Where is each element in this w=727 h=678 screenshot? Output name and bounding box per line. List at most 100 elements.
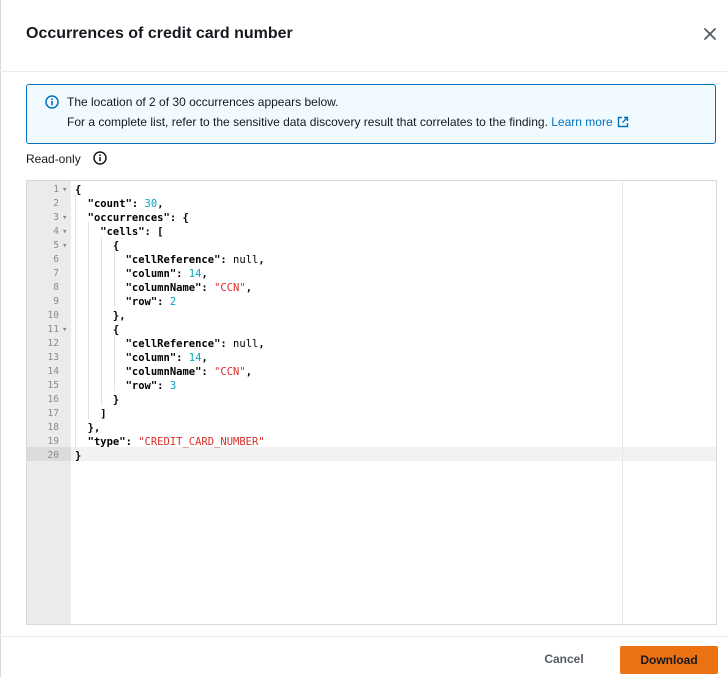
code-token: 14: [188, 268, 202, 280]
close-icon: [704, 28, 716, 40]
code-token: {: [75, 240, 120, 252]
alert-message-line2: For a complete list, refer to the sensit…: [67, 115, 629, 129]
line-number: 1: [53, 184, 59, 195]
code-token: "columnName":: [75, 366, 215, 378]
info-icon: [45, 95, 59, 109]
code-token: "cells": [: [75, 226, 164, 238]
alert-message-line2-text: For a complete list, refer to the sensit…: [67, 115, 548, 129]
line-number: 4: [53, 226, 59, 237]
code-line: "column": 14,: [75, 267, 208, 281]
code-line: }: [75, 449, 81, 463]
code-token: 3: [169, 380, 177, 392]
code-token: "CCN": [214, 366, 246, 378]
code-token: },: [75, 310, 126, 322]
code-line: {: [75, 323, 119, 337]
code-line: },: [75, 421, 101, 435]
line-number: 15: [47, 380, 59, 391]
modal-header: Occurrences of credit card number: [0, 0, 727, 72]
code-token: ,: [258, 254, 265, 266]
line-number: 12: [47, 338, 59, 349]
line-number: 14: [47, 366, 59, 377]
code-line: "occurrences": {: [75, 211, 189, 225]
info-icon[interactable]: [93, 151, 107, 165]
code-line: "column": 14,: [75, 351, 208, 365]
code-line: "cells": [: [75, 225, 164, 239]
code-line: {: [75, 183, 81, 197]
code-line: "columnName": "CCN",: [75, 365, 252, 379]
code-token: "row":: [75, 296, 170, 308]
code-line: "row": 2: [75, 295, 177, 309]
modal-title: Occurrences of credit card number: [26, 25, 293, 42]
code-token: ]: [75, 408, 107, 420]
code-line: "columnName": "CCN",: [75, 281, 252, 295]
code-token: "CREDIT_CARD_NUMBER": [138, 436, 265, 448]
line-number: 13: [47, 352, 59, 363]
code-token: "type":: [75, 436, 139, 448]
json-code-editor[interactable]: 1 ▾{2 "count": 30, 3 ▾ "occurrences": {4 ▾ "…: [26, 180, 717, 625]
fold-arrow-icon[interactable]: ▾: [62, 211, 67, 225]
code-token: "row":: [75, 380, 170, 392]
close-button[interactable]: [698, 22, 722, 46]
external-link-icon: [617, 116, 628, 128]
code-token: 2: [169, 296, 177, 308]
code-line: "cellReference": null,: [75, 337, 265, 351]
modal-footer: [0, 636, 727, 678]
occurrences-modal: Occurrences of credit card number The lo…: [0, 0, 727, 677]
code-token: "occurrences": {: [75, 212, 189, 224]
code-token: ,: [157, 198, 164, 210]
fold-arrow-icon[interactable]: ▾: [62, 183, 67, 197]
code-token: ,: [245, 366, 253, 378]
line-number: 8: [53, 282, 59, 293]
code-token: "CCN": [214, 282, 246, 294]
line-number: 7: [53, 268, 59, 279]
code-line: }: [75, 393, 119, 407]
code-token: ,: [201, 268, 208, 280]
code-line: },: [75, 309, 126, 323]
code-token: "cellReference":: [75, 254, 234, 266]
code-token: "columnName":: [75, 282, 215, 294]
code-token: "cellReference":: [75, 338, 234, 350]
code-line: ]: [75, 407, 107, 421]
download-button[interactable]: Download: [620, 646, 718, 674]
line-number: 20: [47, 450, 59, 461]
modal-edge: [0, 0, 1, 677]
line-number: 6: [53, 254, 59, 265]
line-number: 10: [47, 310, 59, 321]
info-alert: The location of 2 of 30 occurrences appe…: [26, 84, 716, 144]
cancel-button[interactable]: Cancel: [530, 646, 598, 672]
code-line: "cellReference": null,: [75, 253, 265, 267]
code-token: "count":: [75, 198, 145, 210]
line-number: 3: [53, 212, 59, 223]
line-number: 17: [47, 408, 59, 419]
line-number: 11: [47, 324, 59, 335]
code-token: {: [75, 184, 82, 196]
line-number: 5: [53, 240, 59, 251]
fold-arrow-icon[interactable]: ▾: [62, 323, 67, 337]
line-number: 2: [53, 198, 59, 209]
fold-arrow-icon[interactable]: ▾: [62, 225, 67, 239]
code-line: {: [75, 239, 119, 253]
code-token: ,: [201, 352, 208, 364]
active-line-highlight: [71, 447, 716, 461]
alert-message-line1: The location of 2 of 30 occurrences appe…: [67, 95, 339, 109]
code-token: }: [75, 450, 82, 462]
print-margin: [622, 181, 623, 624]
code-token: },: [75, 422, 101, 434]
code-token: {: [75, 324, 120, 336]
code-token: 30: [144, 198, 158, 210]
code-line: "count": 30,: [75, 197, 164, 211]
readonly-label: Read-only: [26, 152, 81, 166]
code-token: 14: [188, 352, 202, 364]
learn-more-link[interactable]: Learn more: [551, 115, 628, 129]
code-token: }: [75, 394, 120, 406]
code-line: "row": 3: [75, 379, 177, 393]
line-number: 16: [47, 394, 59, 405]
code-token: ,: [245, 282, 253, 294]
line-number: 18: [47, 422, 59, 433]
code-token: null: [233, 338, 259, 350]
fold-arrow-icon[interactable]: ▾: [62, 239, 67, 253]
code-token: ,: [258, 338, 265, 350]
code-line: "type": "CREDIT_CARD_NUMBER": [75, 435, 265, 449]
code-token: "column":: [75, 352, 189, 364]
line-number: 9: [53, 296, 59, 307]
